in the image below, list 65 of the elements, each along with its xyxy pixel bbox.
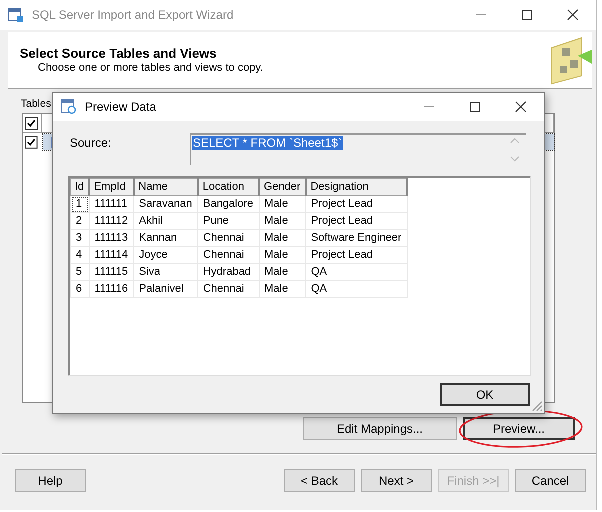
table-cell: 1 bbox=[70, 196, 90, 212]
table-cell: Male bbox=[259, 212, 306, 230]
table-cell: Male bbox=[259, 280, 306, 298]
table-cell: 4 bbox=[70, 246, 90, 264]
table-cell: QA bbox=[306, 280, 408, 298]
table-cell: Project Lead bbox=[306, 246, 408, 264]
table-cell: 5 bbox=[70, 264, 90, 280]
checkbox[interactable] bbox=[25, 136, 38, 148]
window-title: SQL Server Import and Export Wizard bbox=[32, 8, 235, 22]
tables-label: Tables bbox=[21, 98, 52, 112]
dialog-icon bbox=[61, 99, 77, 115]
table-cell: Saravanan bbox=[134, 196, 198, 212]
table-cell: Bangalore bbox=[198, 196, 260, 212]
maximize-icon[interactable] bbox=[469, 101, 481, 113]
table-cell: 111112 bbox=[89, 212, 134, 230]
table-cell: Chennai bbox=[198, 280, 260, 298]
preview-button[interactable]: Preview... bbox=[463, 417, 575, 440]
footer-button[interactable]: < Back bbox=[284, 469, 355, 492]
table-cell: Software Engineer bbox=[306, 230, 408, 246]
column-header[interactable]: Name bbox=[134, 178, 198, 196]
table-cell: Project Lead bbox=[306, 196, 408, 212]
table-cell: 111113 bbox=[89, 230, 134, 246]
table-cell: 6 bbox=[70, 280, 90, 298]
page-subtitle: Choose one or more tables and views to copy. bbox=[37, 62, 264, 74]
table-cell: 3 bbox=[70, 230, 90, 246]
resize-grip-icon[interactable] bbox=[531, 400, 543, 412]
footer-button[interactable]: Next > bbox=[361, 469, 432, 492]
table-cell: 2 bbox=[70, 212, 90, 230]
source-query-field[interactable]: SELECT * FROM `Sheet1$` bbox=[190, 133, 526, 165]
checkbox[interactable] bbox=[25, 116, 38, 130]
table-cell: Kannan bbox=[134, 230, 198, 246]
source-label: Source: bbox=[70, 135, 112, 152]
table-cell: 111111 bbox=[89, 196, 134, 212]
maximize-icon[interactable] bbox=[521, 9, 533, 21]
table-cell: 111116 bbox=[89, 280, 134, 298]
table-cell: Pune bbox=[198, 212, 260, 230]
app-icon bbox=[8, 7, 24, 23]
table-cell: Male bbox=[259, 196, 306, 212]
footer-button[interactable]: Help bbox=[15, 469, 86, 492]
table-cell: Siva bbox=[134, 264, 198, 280]
ok-button[interactable]: OK bbox=[440, 383, 530, 406]
table-cell: 111115 bbox=[89, 264, 134, 280]
table-cell: Akhil bbox=[134, 212, 198, 230]
column-header[interactable]: Location bbox=[198, 178, 260, 196]
close-icon[interactable] bbox=[567, 9, 579, 21]
column-header[interactable]: Id bbox=[70, 178, 90, 196]
table-cell: Hydrabad bbox=[198, 264, 260, 280]
dialog-title: Preview Data bbox=[85, 100, 158, 114]
table-cell: Project Lead bbox=[306, 212, 408, 230]
table-cell: Male bbox=[259, 230, 306, 246]
table-cell: Male bbox=[259, 246, 306, 264]
footer-button[interactable]: Cancel bbox=[515, 469, 586, 492]
edit-mappings-button[interactable]: Edit Mappings... bbox=[303, 417, 457, 440]
table-cell: Chennai bbox=[198, 246, 260, 264]
column-header[interactable]: EmpId bbox=[89, 178, 134, 196]
close-icon[interactable] bbox=[515, 101, 527, 113]
column-header[interactable]: Gender bbox=[259, 178, 306, 196]
table-cell: Joyce bbox=[134, 246, 198, 264]
table-cell: Male bbox=[259, 264, 306, 280]
table-cell: 111114 bbox=[89, 246, 134, 264]
page-title: Select Source Tables and Views bbox=[20, 46, 218, 61]
table-cell: QA bbox=[306, 264, 408, 280]
table-cell: Palanivel bbox=[134, 280, 198, 298]
column-header[interactable]: Designation bbox=[306, 178, 408, 196]
table-cell: Chennai bbox=[198, 230, 260, 246]
